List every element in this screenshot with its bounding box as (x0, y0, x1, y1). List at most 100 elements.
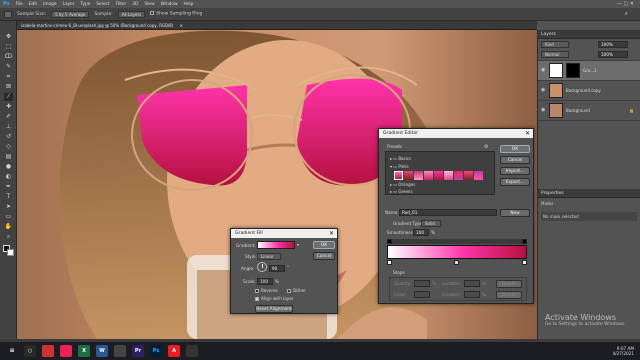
opacity-stop[interactable] (387, 239, 392, 244)
gradient-type-select[interactable]: Solid (421, 220, 441, 227)
history-brush-icon[interactable]: ↺ (4, 133, 13, 141)
pink-swatch[interactable] (454, 171, 463, 180)
chevron-down-icon[interactable]: ▾ (297, 242, 299, 247)
properties-panel-title[interactable]: Properties (538, 189, 640, 198)
dither-checkbox[interactable]: Dither (287, 288, 306, 293)
gf-cancel-button[interactable]: Cancel (313, 252, 335, 260)
menu-window[interactable]: Window (161, 2, 178, 7)
show-ring-checkbox[interactable]: Show Sampling Ring (150, 11, 202, 17)
sample-size-select[interactable]: 5 by 5 Average (51, 10, 90, 18)
excel-icon[interactable]: X (78, 345, 90, 357)
folder-oranges[interactable]: ▸ ▭ Oranges (390, 182, 415, 187)
quick-select-tool-icon[interactable]: ✎ (4, 63, 13, 71)
angle-dial[interactable] (257, 262, 267, 272)
layer-row-gradient[interactable]: ◉ Gra...1 (538, 61, 640, 81)
close-icon[interactable]: ✕ (329, 229, 334, 238)
new-button[interactable]: New (500, 209, 530, 217)
import-button[interactable]: Import... (500, 167, 530, 175)
folder-greens[interactable]: ▸ ▭ Greens (390, 189, 413, 194)
pink-swatch[interactable] (464, 171, 473, 180)
sample-select[interactable]: All Layers (117, 10, 146, 18)
menu-3d[interactable]: 3D (132, 2, 138, 7)
color-stops-track[interactable] (387, 260, 527, 266)
zoom-tool-icon[interactable]: ⌕ (4, 233, 13, 241)
align-checkbox[interactable]: Align with layer (255, 296, 294, 301)
shape-tool-icon[interactable]: ▭ (4, 213, 13, 221)
layer-row-background[interactable]: ◉ Background 🔒 (538, 101, 640, 121)
crop-tool-icon[interactable]: ⌗ (4, 73, 13, 81)
smoothness-field[interactable]: 100 (413, 229, 429, 236)
path-select-icon[interactable]: ➤ (4, 203, 13, 211)
close-icon[interactable]: ✕ (525, 129, 530, 138)
eraser-tool-icon[interactable]: ◇ (4, 143, 13, 151)
eyedropper-preset-icon[interactable] (4, 10, 12, 18)
menu-filter[interactable]: Filter (116, 2, 127, 7)
reset-alignment-button[interactable]: Reset Alignment (255, 305, 293, 313)
layer-row-background-copy[interactable]: ◉ Background copy (538, 81, 640, 101)
reverse-checkbox[interactable]: Reverse (255, 288, 278, 293)
menu-type[interactable]: Type (81, 2, 91, 7)
menu-view[interactable]: View (144, 2, 154, 7)
layer-filter-select[interactable]: Kind (541, 41, 569, 48)
healing-tool-icon[interactable]: ✚ (4, 103, 13, 111)
folder-pinks[interactable]: ▾ ▭ Pinks (390, 164, 409, 169)
opacity-stop[interactable] (522, 239, 527, 244)
export-button[interactable]: Export... (500, 178, 530, 186)
type-tool-icon[interactable]: T (4, 193, 13, 201)
lasso-tool-icon[interactable]: ↀ (4, 53, 13, 61)
ok-button[interactable]: OK (500, 145, 530, 153)
acrobat-icon[interactable]: A (168, 345, 180, 357)
pink-swatch[interactable] (414, 171, 423, 180)
opacity-field[interactable]: 100% (598, 41, 628, 48)
app-icon[interactable] (60, 345, 72, 357)
blur-tool-icon[interactable]: ● (4, 163, 13, 171)
folder-basics[interactable]: ▸ ▭ Basics (390, 156, 411, 161)
dodge-tool-icon[interactable]: ◐ (4, 173, 13, 181)
blend-mode-select[interactable]: Normal (541, 51, 569, 58)
pen-tool-icon[interactable]: ✒ (4, 183, 13, 191)
style-select[interactable]: Linear (257, 253, 281, 260)
eye-icon[interactable]: ◉ (541, 68, 546, 73)
brush-tool-icon[interactable]: ✐ (4, 113, 13, 121)
menu-help[interactable]: Help (184, 2, 194, 7)
menu-select[interactable]: Select (96, 2, 109, 7)
gradient-preview-bar[interactable] (387, 245, 527, 259)
gear-icon[interactable]: ⚙ (484, 144, 488, 150)
search-icon[interactable]: ○ (24, 345, 36, 357)
name-field[interactable]: Red_01 (399, 209, 497, 216)
fill-field[interactable]: 100% (598, 51, 628, 58)
eye-icon[interactable]: ◉ (541, 88, 546, 93)
menu-edit[interactable]: Edit (29, 2, 37, 7)
app-icon[interactable] (114, 345, 126, 357)
gradient-picker[interactable] (257, 241, 295, 249)
marquee-tool-icon[interactable]: ⬚ (4, 43, 13, 51)
clock[interactable]: 9:07 AM 4/27/2021 (613, 346, 634, 356)
cancel-button[interactable]: Cancel (500, 156, 530, 164)
presets-list[interactable]: ▸ ▭ Basics ▾ ▭ Pinks ▸ ▭ Oranges ▸ ▭ Gre… (385, 151, 495, 195)
eyedropper-tool-icon[interactable]: ⁄ (4, 93, 13, 101)
pink-swatch[interactable] (394, 171, 403, 180)
pink-swatch[interactable] (424, 171, 433, 180)
color-midpoint-stop[interactable] (454, 260, 459, 265)
color-stop[interactable] (522, 260, 527, 265)
angle-field[interactable]: 90 (269, 265, 285, 272)
menu-file[interactable]: File (16, 2, 23, 7)
ps-logo[interactable]: Ps (3, 1, 10, 7)
window-controls[interactable]: — ▢ ✕ (617, 1, 634, 7)
background-color-swatch[interactable] (7, 249, 14, 256)
layers-panel-title[interactable]: Layers (538, 30, 640, 39)
color-stop[interactable] (387, 260, 392, 265)
stamp-tool-icon[interactable]: ⊥ (4, 123, 13, 131)
windows-start-icon[interactable]: ⊞ (6, 345, 18, 357)
eye-icon[interactable]: ◉ (541, 108, 546, 113)
app-icon[interactable] (186, 345, 198, 357)
pink-swatch[interactable] (474, 171, 483, 180)
frame-tool-icon[interactable]: ⊠ (4, 83, 13, 91)
gf-ok-button[interactable]: OK (313, 241, 335, 249)
menu-image[interactable]: Image (43, 2, 56, 7)
app-icon[interactable] (42, 345, 54, 357)
close-tab-icon[interactable]: ✕ (180, 23, 183, 28)
pink-swatch[interactable] (444, 171, 453, 180)
scale-field[interactable]: 100 (257, 278, 273, 285)
premiere-icon[interactable]: Pr (132, 345, 144, 357)
